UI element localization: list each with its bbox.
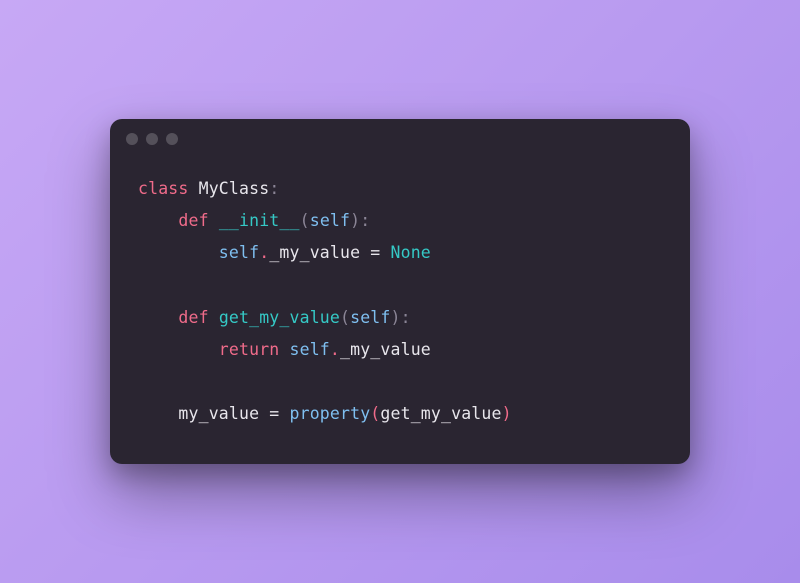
code-block: class MyClass: def __init__(self): self.…	[110, 159, 690, 464]
colon: :	[360, 211, 370, 230]
paren-open: (	[340, 308, 350, 327]
self-ref: self	[290, 340, 330, 359]
paren-open: (	[300, 211, 310, 230]
paren-close: )	[350, 211, 360, 230]
traffic-light-minimize-icon[interactable]	[146, 133, 158, 145]
code-window: class MyClass: def __init__(self): self.…	[110, 119, 690, 464]
paren-close: )	[391, 308, 401, 327]
none-literal: None	[391, 243, 431, 262]
class-name: MyClass	[199, 179, 270, 198]
keyword-return: return	[219, 340, 280, 359]
colon: :	[269, 179, 279, 198]
arg-getter: get_my_value	[380, 404, 501, 423]
traffic-light-zoom-icon[interactable]	[166, 133, 178, 145]
property-builtin: property	[290, 404, 371, 423]
assign-eq: =	[259, 404, 289, 423]
attr-myvalue: _my_value	[269, 243, 360, 262]
attr-myvalue: _my_value	[340, 340, 431, 359]
self-param: self	[350, 308, 390, 327]
method-get: get_my_value	[219, 308, 340, 327]
paren-open: (	[370, 404, 380, 423]
assign-eq: =	[360, 243, 390, 262]
window-titlebar	[110, 119, 690, 159]
dot-op: .	[330, 340, 340, 359]
keyword-def: def	[178, 308, 208, 327]
paren-close: )	[502, 404, 512, 423]
traffic-light-close-icon[interactable]	[126, 133, 138, 145]
colon: :	[401, 308, 411, 327]
keyword-class: class	[138, 179, 189, 198]
keyword-def: def	[178, 211, 208, 230]
dot-op: .	[259, 243, 269, 262]
method-init: __init__	[219, 211, 300, 230]
self-param: self	[310, 211, 350, 230]
var-myvalue: my_value	[178, 404, 259, 423]
self-ref: self	[219, 243, 259, 262]
